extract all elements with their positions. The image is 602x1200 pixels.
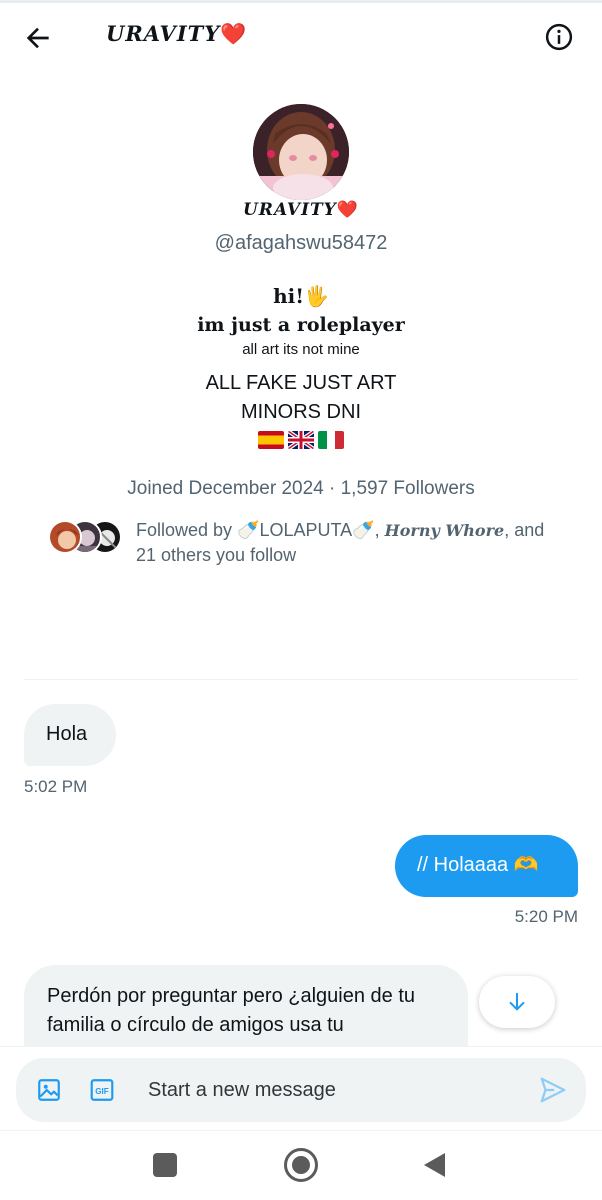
image-icon (38, 1079, 60, 1101)
italy-flag-icon (318, 431, 344, 449)
home-icon[interactable] (284, 1148, 318, 1182)
follower-name: 🍼LOLAPUTA🍼 (237, 520, 375, 540)
message-input[interactable] (148, 1072, 508, 1108)
conversation-header: URAVITY❤️ (0, 8, 602, 66)
profile-join-info: Joined December 2024 · 1,597 Followers (0, 478, 602, 500)
profile-handle[interactable]: @afagahswu58472 (0, 232, 602, 255)
arrow-left-icon (26, 27, 49, 49)
conversation-info-button[interactable] (544, 22, 574, 52)
joined-date: Joined December 2024 (127, 478, 324, 499)
display-name-text: URAVITY (242, 200, 337, 220)
uk-flag-icon (288, 431, 314, 449)
back-button[interactable] (22, 22, 54, 54)
add-gif-button[interactable]: GIF (89, 1077, 115, 1103)
message-bubble-incoming[interactable]: Perdón por preguntar pero ¿alguien de tu… (24, 965, 468, 1055)
info-circle-icon (545, 23, 573, 51)
header-title: URAVITY❤️ (106, 21, 247, 47)
heart-icon: ❤️ (336, 200, 359, 220)
bio-line: im just a roleplayer (197, 314, 405, 336)
spain-flag-icon (258, 431, 284, 449)
bio-line: hi!🖐 (273, 284, 329, 308)
system-nav-bar (0, 1130, 602, 1200)
followed-by-text[interactable]: Followed by 🍼LOLAPUTA🍼, Horny Whore, and… (136, 518, 556, 567)
header-title-text: URAVITY (106, 21, 221, 46)
arrow-down-icon (509, 992, 525, 1011)
gif-icon: GIF (90, 1079, 114, 1101)
bio-flags (0, 431, 602, 453)
bio-line: MINORS DNI (241, 401, 361, 423)
divider (24, 679, 578, 680)
message-composer: GIF (16, 1058, 586, 1122)
status-bar-edge (0, 0, 602, 3)
followed-by-prefix: Followed by (136, 520, 238, 540)
scroll-to-bottom-button[interactable] (479, 976, 555, 1028)
followed-by-avatars[interactable] (48, 520, 122, 554)
message-timestamp: 5:20 PM (514, 907, 578, 926)
bio-line: all art its not mine (242, 341, 360, 358)
message-bubble-outgoing[interactable]: // Holaaaa 🫶 (395, 835, 578, 897)
avatar (48, 520, 82, 554)
separator: , and (504, 520, 545, 540)
gif-label: GIF (95, 1087, 109, 1096)
follower-name: Horny Whore (384, 521, 505, 540)
send-button[interactable] (538, 1075, 568, 1105)
profile-avatar[interactable] (253, 104, 349, 200)
heart-icon: ❤️ (220, 21, 248, 46)
recent-apps-icon[interactable] (153, 1153, 177, 1177)
message-timestamp: 5:02 PM (24, 777, 88, 796)
message-bubble-incoming[interactable]: Hola (24, 704, 116, 766)
profile-display-name: URAVITY❤️ (0, 200, 602, 220)
avatar-image (253, 104, 349, 200)
send-icon (540, 1077, 566, 1103)
add-image-button[interactable] (36, 1077, 62, 1103)
followed-by-rest: 21 others you follow (136, 545, 297, 565)
followers-count[interactable]: 1,597 Followers (341, 478, 475, 499)
separator-dot: · (323, 478, 341, 499)
nav-back-icon[interactable] (424, 1153, 445, 1177)
separator: , (374, 520, 385, 540)
bio-line: ALL FAKE JUST ART (205, 372, 397, 394)
